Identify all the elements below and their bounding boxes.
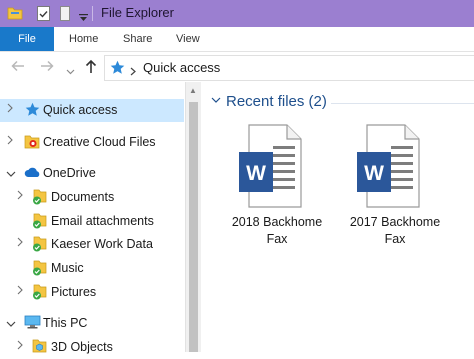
chevron-right-icon[interactable] <box>17 190 23 203</box>
nav-item-onedrive[interactable]: OneDrive <box>0 162 184 185</box>
chevron-right-icon[interactable] <box>7 103 13 116</box>
cloud-icon <box>24 167 41 181</box>
chevron-right-icon[interactable] <box>17 237 23 250</box>
group-header[interactable]: Recent files (2) <box>226 93 327 110</box>
tab-share[interactable]: Share <box>123 27 152 51</box>
nav-item-label: Music <box>51 261 84 275</box>
new-folder-icon[interactable] <box>60 6 70 26</box>
tab-home[interactable]: Home <box>69 27 98 51</box>
nav-pane-scrollbar[interactable]: ▲ <box>185 82 201 352</box>
nav-item-label: Documents <box>51 190 115 204</box>
nav-item-quick-access[interactable]: Quick access <box>0 99 184 122</box>
file-name: 2017 Backhome Fax <box>349 215 441 246</box>
title-bar: File Explorer <box>0 0 474 27</box>
synced-folder-icon <box>32 213 47 232</box>
star-icon <box>110 60 125 80</box>
ribbon-tabs: File Home Share View <box>0 27 474 52</box>
arrow-up-icon[interactable] <box>84 59 98 77</box>
nav-item-label: Creative Cloud Files <box>43 135 156 149</box>
nav-item-label: Kaeser Work Data <box>51 237 153 251</box>
nav-item-label: Email attachments <box>51 214 154 228</box>
chevron-right-icon[interactable] <box>17 285 23 298</box>
file-item[interactable]: W 2017 Backhome Fax <box>343 122 447 262</box>
nav-item-label: This PC <box>43 316 88 330</box>
word-document-icon: W <box>235 122 305 215</box>
scroll-up-icon[interactable]: ▲ <box>189 86 197 95</box>
chevron-right-icon[interactable] <box>7 135 13 148</box>
nav-item-3d-objects[interactable]: 3D Objects <box>0 336 184 359</box>
file-item[interactable]: W 2018 Backhome Fax <box>225 122 329 262</box>
chevron-down-icon[interactable] <box>6 318 16 330</box>
nav-item-pictures[interactable]: Pictures <box>0 281 184 304</box>
nav-item-kaeser-work-data[interactable]: Kaeser Work Data <box>0 233 184 256</box>
chevron-down-icon[interactable] <box>211 94 221 106</box>
folder-icon <box>32 339 47 356</box>
synced-folder-icon <box>32 260 47 279</box>
nav-item-creative-cloud-files[interactable]: Creative Cloud Files <box>0 131 184 154</box>
synced-folder-icon <box>32 236 47 255</box>
address-location[interactable]: Quick access <box>143 60 220 75</box>
chevron-right-icon[interactable] <box>130 63 136 81</box>
properties-check-icon[interactable] <box>37 6 50 26</box>
window-title: File Explorer <box>101 5 174 20</box>
arrow-left-icon[interactable] <box>11 59 25 76</box>
nav-item-email-attachments[interactable]: Email attachments <box>0 210 184 233</box>
arrow-right-icon[interactable] <box>40 59 54 76</box>
navigation-bar: Quick access <box>0 52 474 83</box>
computer-icon <box>24 315 41 332</box>
content-pane: Recent files (2) W 2018 Backhome Fax W 2… <box>201 82 474 352</box>
svg-text:W: W <box>364 162 384 185</box>
chevron-down-icon[interactable] <box>66 62 75 78</box>
scrollbar-thumb[interactable] <box>189 102 198 352</box>
tab-view[interactable]: View <box>176 27 200 51</box>
creative-cloud-folder-icon <box>24 134 40 152</box>
nav-item-label: OneDrive <box>43 166 96 180</box>
chevron-right-icon[interactable] <box>17 340 23 353</box>
nav-item-documents[interactable]: Documents <box>0 186 184 209</box>
nav-item-this-pc[interactable]: This PC <box>0 312 184 335</box>
tab-file[interactable]: File <box>0 27 54 51</box>
group-divider <box>331 103 474 104</box>
navigation-pane: Quick access Creative Cloud Files OneDri… <box>0 82 185 354</box>
nav-item-label: Pictures <box>51 285 97 299</box>
title-separator <box>92 6 93 21</box>
synced-folder-icon <box>32 189 47 208</box>
nav-item-label: Quick access <box>43 103 118 117</box>
chevron-down-icon[interactable] <box>6 168 16 180</box>
file-name: 2018 Backhome Fax <box>231 215 323 246</box>
svg-text:W: W <box>246 162 266 185</box>
star-icon <box>25 102 40 120</box>
word-document-icon: W <box>353 122 423 215</box>
synced-folder-icon <box>32 284 47 303</box>
address-bar[interactable]: Quick access <box>104 55 474 81</box>
customize-dropdown-icon[interactable] <box>79 9 88 27</box>
nav-item-music[interactable]: Music <box>0 257 184 280</box>
folder-icon[interactable] <box>7 6 23 25</box>
